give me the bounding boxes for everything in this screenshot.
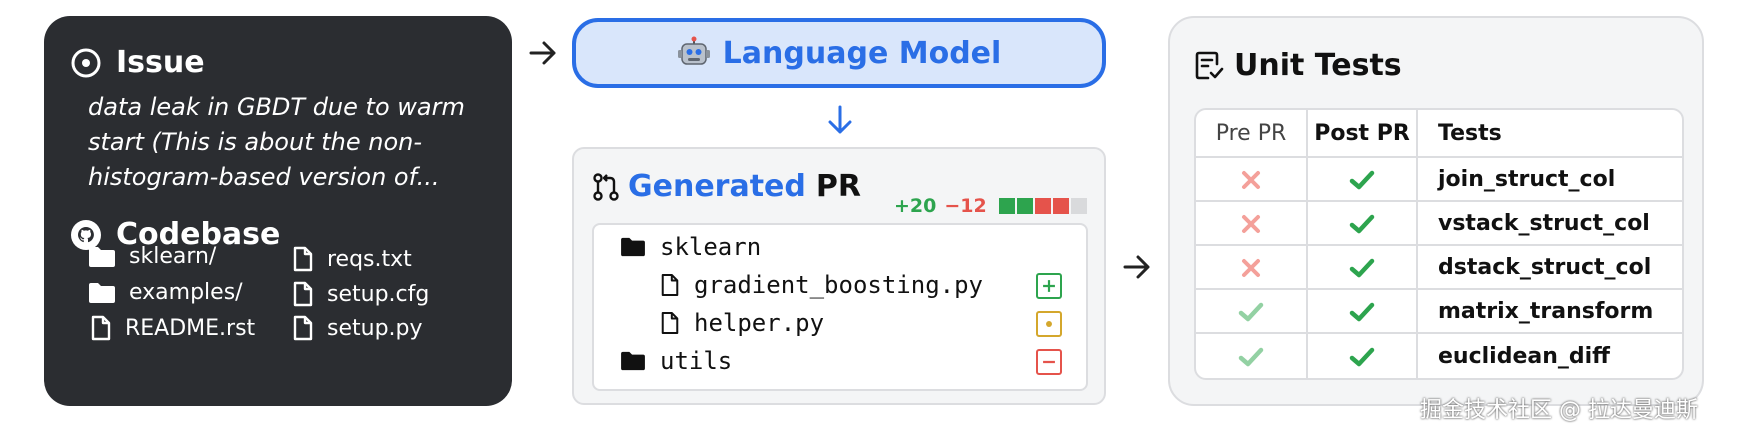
issue-header: Issue bbox=[70, 45, 205, 80]
codebase-file: examples/ bbox=[88, 280, 243, 305]
table-row: join_struct_col bbox=[1196, 158, 1682, 202]
folder-icon bbox=[89, 282, 115, 303]
folder-icon bbox=[621, 351, 645, 371]
file-tree: sklearn gradient_boosting.py helper.py u… bbox=[592, 223, 1088, 391]
file-name: reqs.txt bbox=[327, 246, 412, 272]
file-icon bbox=[293, 281, 313, 307]
test-name: join_struct_col bbox=[1418, 158, 1682, 202]
tree-item-name: sklearn bbox=[660, 233, 762, 261]
file-icon bbox=[293, 315, 313, 341]
check-icon bbox=[1238, 302, 1264, 321]
check-icon bbox=[1349, 170, 1375, 189]
table-row: euclidean_diff bbox=[1196, 334, 1682, 378]
pre-pr-status bbox=[1196, 202, 1308, 246]
column-header: Tests bbox=[1418, 110, 1682, 158]
file-icon bbox=[661, 274, 679, 296]
arrow-right-icon bbox=[529, 41, 556, 65]
file-name: sklearn/ bbox=[129, 244, 217, 269]
file-name: examples/ bbox=[129, 280, 243, 305]
column-header: Post PR bbox=[1308, 110, 1418, 158]
test-name: dstack_struct_col bbox=[1418, 246, 1682, 290]
pr-header: Generated PR bbox=[592, 169, 861, 204]
additions-count: +20 bbox=[894, 195, 937, 217]
check-icon bbox=[1349, 347, 1375, 366]
test-name: vstack_struct_col bbox=[1418, 202, 1682, 246]
tree-item-name: gradient_boosting.py bbox=[694, 271, 983, 299]
pr-title-highlight: Generated bbox=[628, 169, 806, 204]
diff-block bbox=[1016, 198, 1033, 214]
table-row: dstack_struct_col bbox=[1196, 246, 1682, 290]
file-icon bbox=[661, 312, 679, 334]
folder-icon bbox=[89, 246, 115, 267]
diff-block bbox=[1070, 198, 1087, 214]
cross-icon bbox=[1242, 170, 1260, 189]
issue-title: Issue bbox=[116, 45, 205, 80]
check-icon bbox=[1349, 302, 1375, 321]
table-row: vstack_struct_col bbox=[1196, 202, 1682, 246]
column-header: Pre PR bbox=[1196, 110, 1308, 158]
unit-tests-title: Unit Tests bbox=[1234, 48, 1402, 83]
codebase-file: setup.py bbox=[292, 315, 423, 341]
issue-description: data leak in GBDT due to warm start (Thi… bbox=[88, 93, 465, 191]
pre-pr-status bbox=[1196, 290, 1308, 334]
checklist-icon bbox=[1195, 51, 1224, 79]
unit-tests-header: Unit Tests bbox=[1194, 48, 1402, 83]
tree-item-name: utils bbox=[660, 347, 733, 375]
codebase-file: sklearn/ bbox=[88, 244, 216, 269]
file-removed-icon bbox=[1036, 349, 1062, 375]
folder-icon bbox=[621, 237, 645, 257]
tests-table: Pre PR Post PR Tests join_struct_col vst… bbox=[1194, 108, 1684, 380]
diff-block bbox=[1052, 198, 1069, 214]
file-name: setup.cfg bbox=[327, 281, 430, 307]
generated-pr-panel: Generated PR +20 −12 sklearn gradient_bo… bbox=[572, 147, 1106, 405]
tree-item-name: helper.py bbox=[694, 309, 825, 337]
file-name: setup.py bbox=[327, 315, 423, 341]
arrow-right-icon bbox=[1123, 255, 1150, 279]
test-name: matrix_transform bbox=[1418, 290, 1682, 334]
language-model-box: Language Model bbox=[572, 18, 1106, 88]
diff-block bbox=[998, 198, 1015, 214]
file-icon bbox=[293, 246, 313, 272]
test-name: euclidean_diff bbox=[1438, 343, 1610, 369]
codebase-file: README.rst bbox=[90, 315, 255, 341]
file-modified-icon bbox=[1036, 311, 1062, 337]
robot-icon bbox=[677, 36, 710, 65]
post-pr-status bbox=[1308, 290, 1418, 334]
codebase-file: setup.cfg bbox=[292, 281, 429, 307]
cross-icon bbox=[1242, 214, 1260, 233]
tree-item: helper.py bbox=[660, 309, 824, 337]
check-icon bbox=[1349, 258, 1375, 277]
tree-item: utils bbox=[620, 347, 732, 375]
post-pr-status bbox=[1308, 334, 1418, 378]
pre-pr-status bbox=[1196, 334, 1308, 378]
file-icon bbox=[91, 315, 111, 341]
check-icon bbox=[1349, 214, 1375, 233]
pre-pr-status bbox=[1196, 158, 1308, 202]
issue-codebase-panel: Issue data leak in GBDT due to warm star… bbox=[44, 16, 512, 406]
table-header-row: Pre PR Post PR Tests bbox=[1196, 110, 1682, 158]
pull-request-icon bbox=[593, 172, 619, 201]
diff-stat: +20 −12 bbox=[894, 195, 1089, 217]
post-pr-status bbox=[1308, 202, 1418, 246]
pre-pr-status bbox=[1196, 246, 1308, 290]
arrow-down-icon bbox=[828, 105, 852, 134]
check-icon bbox=[1238, 347, 1264, 366]
post-pr-status bbox=[1308, 246, 1418, 290]
diff-block bbox=[1034, 198, 1051, 214]
language-model-title: Language Model bbox=[722, 35, 1002, 71]
watermark: 掘金技术社区 @ 拉达曼迪斯 bbox=[1420, 398, 1698, 423]
unit-tests-panel: Unit Tests Pre PR Post PR Tests join_str… bbox=[1168, 16, 1704, 406]
cross-icon bbox=[1242, 258, 1260, 277]
tree-item: gradient_boosting.py bbox=[660, 271, 983, 299]
deletions-count: −12 bbox=[944, 195, 987, 217]
codebase-file: reqs.txt bbox=[292, 246, 412, 272]
file-added-icon bbox=[1036, 273, 1062, 299]
post-pr-status bbox=[1308, 158, 1418, 202]
pr-title-rest: PR bbox=[815, 169, 861, 204]
table-row: matrix_transform bbox=[1196, 290, 1682, 334]
issue-icon bbox=[71, 48, 101, 77]
tree-item: sklearn bbox=[620, 233, 761, 261]
file-name: README.rst bbox=[125, 315, 256, 341]
